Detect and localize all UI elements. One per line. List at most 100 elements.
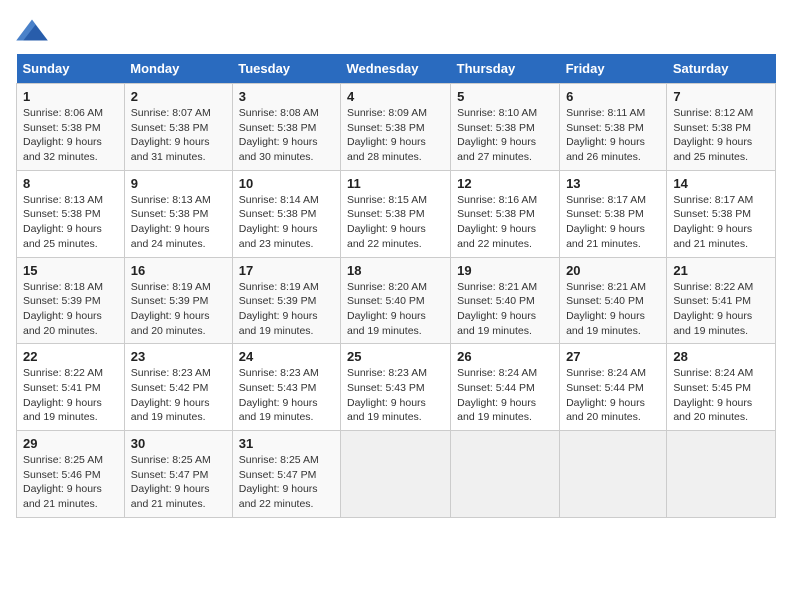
day-info: Sunrise: 8:12 AMSunset: 5:38 PMDaylight:… [673, 107, 753, 163]
day-number: 22 [23, 349, 118, 364]
day-info: Sunrise: 8:22 AMSunset: 5:41 PMDaylight:… [673, 281, 753, 337]
day-info: Sunrise: 8:24 AMSunset: 5:44 PMDaylight:… [566, 367, 646, 423]
day-info: Sunrise: 8:21 AMSunset: 5:40 PMDaylight:… [566, 281, 646, 337]
calendar-cell: 24 Sunrise: 8:23 AMSunset: 5:43 PMDaylig… [232, 344, 340, 431]
calendar-week-3: 15 Sunrise: 8:18 AMSunset: 5:39 PMDaylig… [17, 257, 776, 344]
calendar-cell: 13 Sunrise: 8:17 AMSunset: 5:38 PMDaylig… [560, 170, 667, 257]
day-info: Sunrise: 8:18 AMSunset: 5:39 PMDaylight:… [23, 281, 103, 337]
day-number: 7 [673, 89, 769, 104]
day-number: 25 [347, 349, 444, 364]
day-number: 14 [673, 176, 769, 191]
calendar-cell: 31 Sunrise: 8:25 AMSunset: 5:47 PMDaylig… [232, 431, 340, 518]
day-number: 12 [457, 176, 553, 191]
calendar-week-5: 29 Sunrise: 8:25 AMSunset: 5:46 PMDaylig… [17, 431, 776, 518]
calendar-cell: 26 Sunrise: 8:24 AMSunset: 5:44 PMDaylig… [451, 344, 560, 431]
weekday-header-thursday: Thursday [451, 54, 560, 84]
day-number: 28 [673, 349, 769, 364]
calendar-week-2: 8 Sunrise: 8:13 AMSunset: 5:38 PMDayligh… [17, 170, 776, 257]
day-number: 23 [131, 349, 226, 364]
calendar-week-1: 1 Sunrise: 8:06 AMSunset: 5:38 PMDayligh… [17, 84, 776, 171]
calendar-cell: 4 Sunrise: 8:09 AMSunset: 5:38 PMDayligh… [340, 84, 450, 171]
calendar-cell: 28 Sunrise: 8:24 AMSunset: 5:45 PMDaylig… [667, 344, 776, 431]
day-number: 16 [131, 263, 226, 278]
day-number: 26 [457, 349, 553, 364]
calendar-cell: 10 Sunrise: 8:14 AMSunset: 5:38 PMDaylig… [232, 170, 340, 257]
calendar-cell: 27 Sunrise: 8:24 AMSunset: 5:44 PMDaylig… [560, 344, 667, 431]
calendar-cell: 15 Sunrise: 8:18 AMSunset: 5:39 PMDaylig… [17, 257, 125, 344]
page-header [16, 16, 776, 44]
day-number: 29 [23, 436, 118, 451]
day-number: 5 [457, 89, 553, 104]
day-info: Sunrise: 8:21 AMSunset: 5:40 PMDaylight:… [457, 281, 537, 337]
calendar-cell: 25 Sunrise: 8:23 AMSunset: 5:43 PMDaylig… [340, 344, 450, 431]
weekday-header-tuesday: Tuesday [232, 54, 340, 84]
day-info: Sunrise: 8:25 AMSunset: 5:47 PMDaylight:… [239, 454, 319, 510]
day-info: Sunrise: 8:10 AMSunset: 5:38 PMDaylight:… [457, 107, 537, 163]
day-number: 10 [239, 176, 334, 191]
day-info: Sunrise: 8:13 AMSunset: 5:38 PMDaylight:… [23, 194, 103, 250]
weekday-header-friday: Friday [560, 54, 667, 84]
calendar-cell [340, 431, 450, 518]
day-info: Sunrise: 8:11 AMSunset: 5:38 PMDaylight:… [566, 107, 645, 163]
day-info: Sunrise: 8:23 AMSunset: 5:43 PMDaylight:… [347, 367, 427, 423]
calendar-cell [667, 431, 776, 518]
day-info: Sunrise: 8:19 AMSunset: 5:39 PMDaylight:… [131, 281, 211, 337]
day-number: 1 [23, 89, 118, 104]
day-info: Sunrise: 8:13 AMSunset: 5:38 PMDaylight:… [131, 194, 211, 250]
calendar-cell: 12 Sunrise: 8:16 AMSunset: 5:38 PMDaylig… [451, 170, 560, 257]
day-number: 27 [566, 349, 660, 364]
calendar-cell: 29 Sunrise: 8:25 AMSunset: 5:46 PMDaylig… [17, 431, 125, 518]
weekday-header-saturday: Saturday [667, 54, 776, 84]
day-number: 20 [566, 263, 660, 278]
calendar-cell: 11 Sunrise: 8:15 AMSunset: 5:38 PMDaylig… [340, 170, 450, 257]
calendar-cell: 3 Sunrise: 8:08 AMSunset: 5:38 PMDayligh… [232, 84, 340, 171]
calendar-cell: 22 Sunrise: 8:22 AMSunset: 5:41 PMDaylig… [17, 344, 125, 431]
logo-icon [16, 16, 48, 44]
calendar-cell: 30 Sunrise: 8:25 AMSunset: 5:47 PMDaylig… [124, 431, 232, 518]
day-info: Sunrise: 8:24 AMSunset: 5:44 PMDaylight:… [457, 367, 537, 423]
calendar-cell [560, 431, 667, 518]
day-info: Sunrise: 8:20 AMSunset: 5:40 PMDaylight:… [347, 281, 427, 337]
day-number: 8 [23, 176, 118, 191]
day-info: Sunrise: 8:23 AMSunset: 5:43 PMDaylight:… [239, 367, 319, 423]
day-info: Sunrise: 8:17 AMSunset: 5:38 PMDaylight:… [673, 194, 753, 250]
day-number: 15 [23, 263, 118, 278]
weekday-header-sunday: Sunday [17, 54, 125, 84]
day-number: 2 [131, 89, 226, 104]
calendar-cell: 18 Sunrise: 8:20 AMSunset: 5:40 PMDaylig… [340, 257, 450, 344]
weekday-header-monday: Monday [124, 54, 232, 84]
calendar-week-4: 22 Sunrise: 8:22 AMSunset: 5:41 PMDaylig… [17, 344, 776, 431]
calendar-cell: 23 Sunrise: 8:23 AMSunset: 5:42 PMDaylig… [124, 344, 232, 431]
day-number: 6 [566, 89, 660, 104]
day-number: 21 [673, 263, 769, 278]
calendar-cell: 14 Sunrise: 8:17 AMSunset: 5:38 PMDaylig… [667, 170, 776, 257]
calendar-cell: 5 Sunrise: 8:10 AMSunset: 5:38 PMDayligh… [451, 84, 560, 171]
day-info: Sunrise: 8:07 AMSunset: 5:38 PMDaylight:… [131, 107, 211, 163]
day-info: Sunrise: 8:25 AMSunset: 5:47 PMDaylight:… [131, 454, 211, 510]
calendar-cell: 6 Sunrise: 8:11 AMSunset: 5:38 PMDayligh… [560, 84, 667, 171]
day-info: Sunrise: 8:16 AMSunset: 5:38 PMDaylight:… [457, 194, 537, 250]
calendar-cell: 16 Sunrise: 8:19 AMSunset: 5:39 PMDaylig… [124, 257, 232, 344]
day-info: Sunrise: 8:15 AMSunset: 5:38 PMDaylight:… [347, 194, 427, 250]
calendar-table: SundayMondayTuesdayWednesdayThursdayFrid… [16, 54, 776, 518]
day-number: 11 [347, 176, 444, 191]
day-info: Sunrise: 8:24 AMSunset: 5:45 PMDaylight:… [673, 367, 753, 423]
day-number: 9 [131, 176, 226, 191]
day-info: Sunrise: 8:14 AMSunset: 5:38 PMDaylight:… [239, 194, 319, 250]
calendar-cell: 2 Sunrise: 8:07 AMSunset: 5:38 PMDayligh… [124, 84, 232, 171]
calendar-cell: 1 Sunrise: 8:06 AMSunset: 5:38 PMDayligh… [17, 84, 125, 171]
day-info: Sunrise: 8:08 AMSunset: 5:38 PMDaylight:… [239, 107, 319, 163]
calendar-cell [451, 431, 560, 518]
calendar-cell: 21 Sunrise: 8:22 AMSunset: 5:41 PMDaylig… [667, 257, 776, 344]
day-number: 4 [347, 89, 444, 104]
calendar-cell: 8 Sunrise: 8:13 AMSunset: 5:38 PMDayligh… [17, 170, 125, 257]
day-info: Sunrise: 8:25 AMSunset: 5:46 PMDaylight:… [23, 454, 103, 510]
weekday-header-wednesday: Wednesday [340, 54, 450, 84]
calendar-cell: 9 Sunrise: 8:13 AMSunset: 5:38 PMDayligh… [124, 170, 232, 257]
calendar-cell: 7 Sunrise: 8:12 AMSunset: 5:38 PMDayligh… [667, 84, 776, 171]
day-info: Sunrise: 8:19 AMSunset: 5:39 PMDaylight:… [239, 281, 319, 337]
day-number: 24 [239, 349, 334, 364]
day-number: 17 [239, 263, 334, 278]
calendar-cell: 19 Sunrise: 8:21 AMSunset: 5:40 PMDaylig… [451, 257, 560, 344]
day-number: 19 [457, 263, 553, 278]
